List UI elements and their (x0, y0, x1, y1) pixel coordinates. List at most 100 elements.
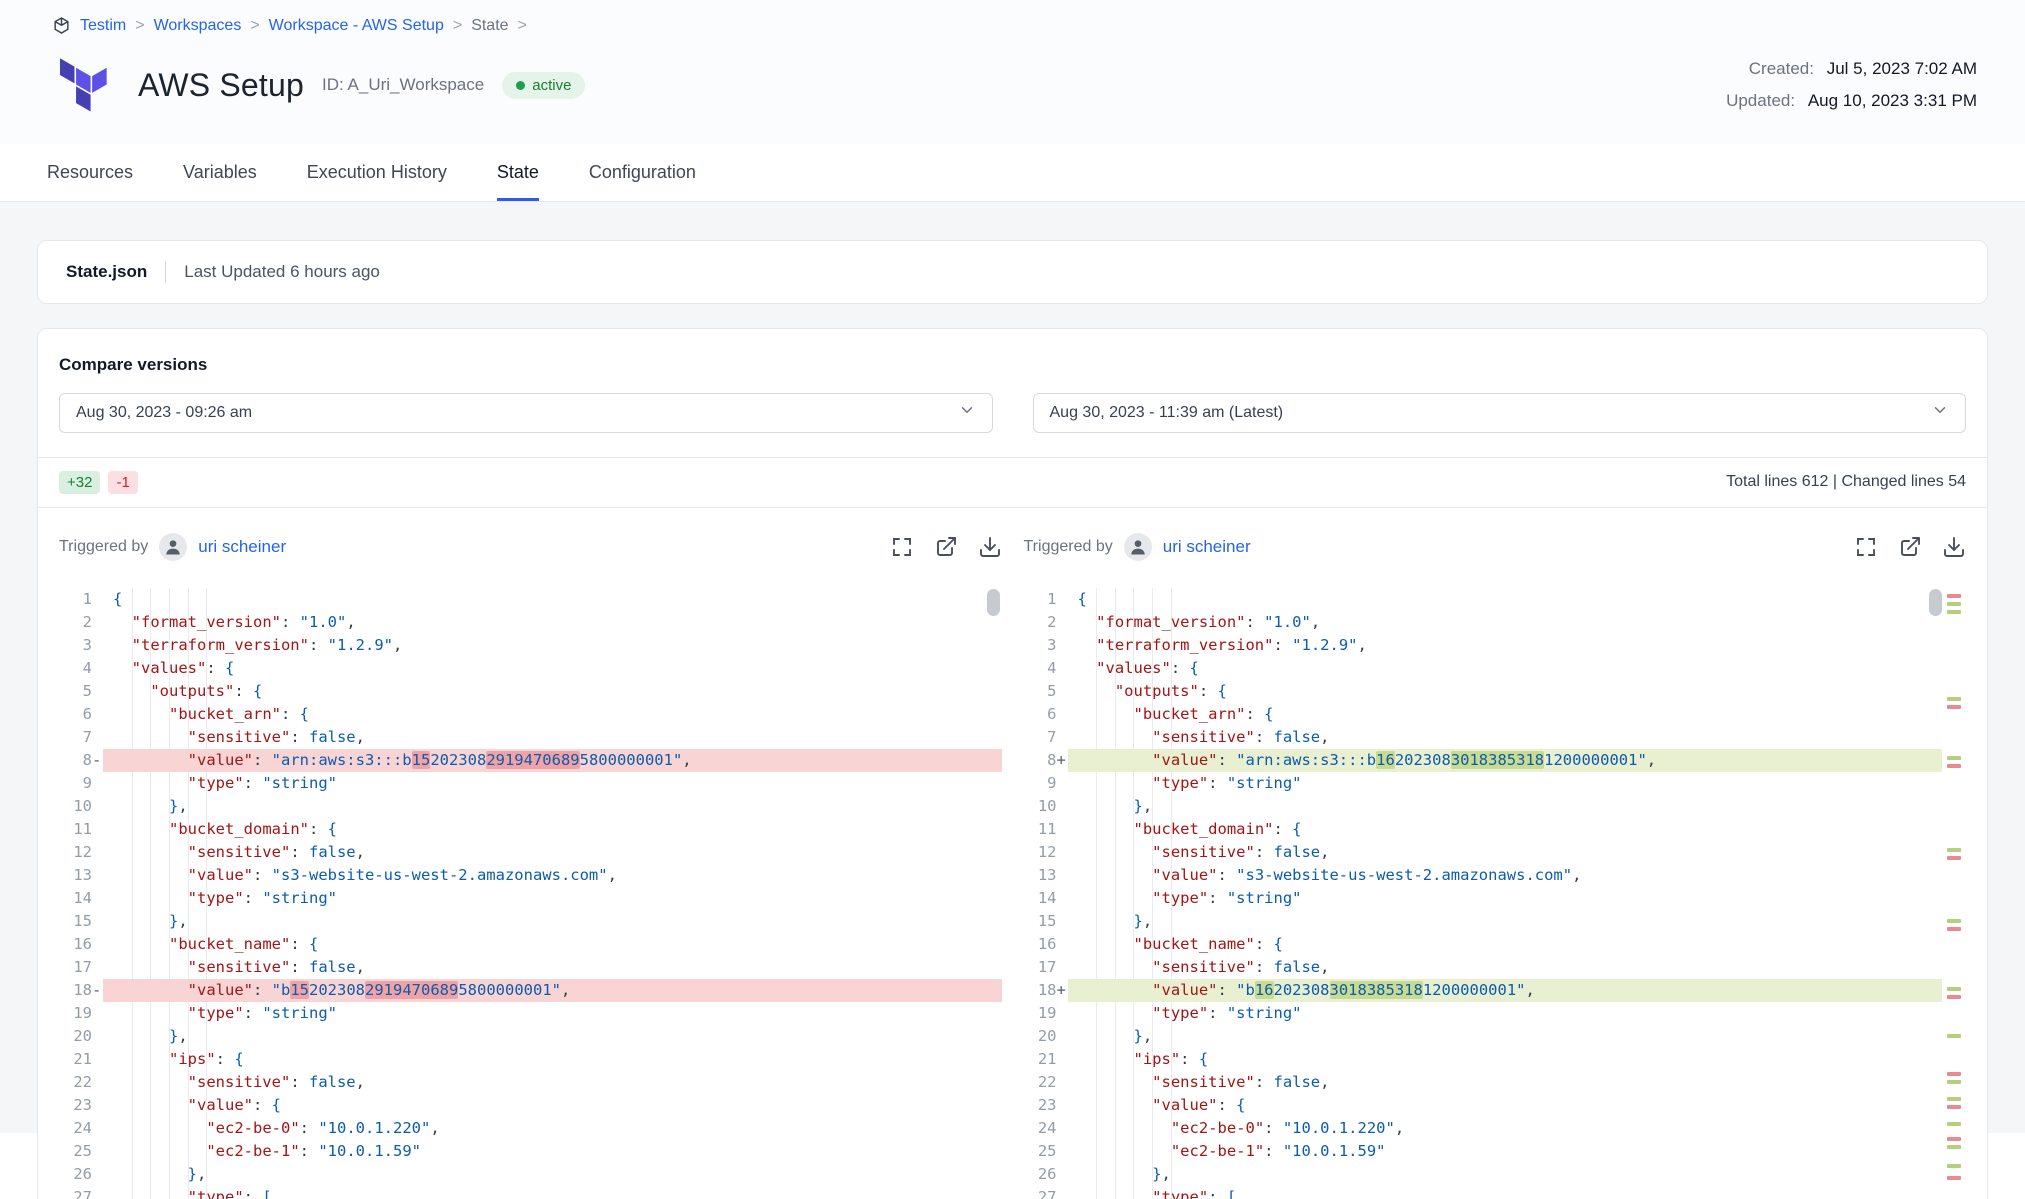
triggered-by-user-link[interactable]: uri scheiner (1163, 537, 1251, 557)
minimap-diff-mark (1947, 1145, 1961, 1149)
line-number: 18- (59, 979, 103, 1002)
diff-panel-right: Triggered by uri scheiner (1024, 508, 1967, 1199)
line-number: 2 (59, 611, 103, 634)
deletions-badge: -1 (108, 471, 137, 494)
chevron-down-icon (1931, 401, 1949, 424)
code-line: 2 "format_version": "1.0", (1024, 611, 1943, 634)
code-line: 17 "sensitive": false, (59, 956, 1002, 979)
user-avatar (159, 533, 187, 561)
line-number: 15 (59, 910, 103, 933)
line-number: 21 (1024, 1048, 1068, 1071)
diff-minimap (1947, 586, 1962, 1199)
tab-execution-history[interactable]: Execution History (307, 144, 447, 201)
line-number: 7 (1024, 726, 1068, 749)
line-number: 15 (1024, 910, 1068, 933)
download-button[interactable] (978, 535, 1002, 559)
breadcrumb-link-testim[interactable]: Testim (80, 17, 126, 35)
breadcrumb-link-workspace-aws-setup[interactable]: Workspace - AWS Setup (269, 17, 444, 35)
code-line: 25 "ec2-be-1": "10.0.1.59" (59, 1140, 1002, 1163)
version-select-left[interactable]: Aug 30, 2023 - 09:26 am (59, 393, 993, 433)
triggered-by-label: Triggered by (59, 538, 148, 556)
expand-button[interactable] (1854, 535, 1878, 559)
code-line: 9 "type": "string" (59, 772, 1002, 795)
version-select-right-value: Aug 30, 2023 - 11:39 am (Latest) (1050, 404, 1284, 422)
line-number: 21 (59, 1048, 103, 1071)
line-number: 9 (1024, 772, 1068, 795)
panel-actions (890, 535, 1002, 559)
additions-badge: +32 (59, 471, 100, 494)
breadcrumb-separator: > (250, 17, 259, 35)
line-number: 6 (59, 703, 103, 726)
code-line: 18+ "value": "b1620230830183853181200000… (1024, 979, 1943, 1002)
triggered-by-user-link[interactable]: uri scheiner (198, 537, 286, 557)
line-number: 25 (59, 1140, 103, 1163)
line-number: 25 (1024, 1140, 1068, 1163)
code-line: 16 "bucket_name": { (1024, 933, 1943, 956)
minimap-diff-mark (1947, 1164, 1961, 1168)
minimap-diff-mark (1947, 927, 1961, 931)
code-line: 15 }, (1024, 910, 1943, 933)
diff-stats-row: +32 -1 Total lines 612 | Changed lines 5… (38, 458, 1987, 507)
minimap-diff-mark (1947, 987, 1961, 991)
breadcrumb-link-workspaces[interactable]: Workspaces (154, 17, 242, 35)
open-external-button[interactable] (934, 535, 958, 559)
user-avatar (1124, 533, 1152, 561)
code-editor-right[interactable]: 1{2 "format_version": "1.0",3 "terraform… (1024, 586, 1967, 1199)
code-line: 19 "type": "string" (1024, 1002, 1943, 1025)
line-number: 16 (1024, 933, 1068, 956)
open-external-button[interactable] (1898, 535, 1922, 559)
code-line: 1{ (59, 588, 1002, 611)
code-line: 20 }, (59, 1025, 1002, 1048)
line-number: 8- (59, 749, 103, 772)
code-line: 6 "bucket_arn": { (59, 703, 1002, 726)
line-number: 11 (1024, 818, 1068, 841)
diff-panel-left-header: Triggered by uri scheiner (59, 508, 1002, 586)
code-line: 27 "type": [ (59, 1186, 1002, 1199)
tab-state[interactable]: State (497, 144, 539, 201)
scrollbar-thumb[interactable] (1929, 589, 1942, 616)
minimap-diff-mark (1947, 594, 1961, 598)
scrollbar-thumb[interactable] (987, 589, 1000, 616)
code-line: 13 "value": "s3-website-us-west-2.amazon… (59, 864, 1002, 887)
code-line: 5 "outputs": { (59, 680, 1002, 703)
line-number: 19 (59, 1002, 103, 1025)
code-line: 21 "ips": { (1024, 1048, 1943, 1071)
code-line: 8+ "value": "arn:aws:s3:::b1620230830183… (1024, 749, 1943, 772)
download-button[interactable] (1942, 535, 1966, 559)
created-value: Jul 5, 2023 7:02 AM (1827, 59, 1977, 78)
state-file-card: State.json Last Updated 6 hours ago (37, 240, 1988, 304)
line-number: 13 (1024, 864, 1068, 887)
line-number: 3 (1024, 634, 1068, 657)
breadcrumb-current-state[interactable]: State (471, 17, 508, 35)
minimap-diff-mark (1947, 697, 1961, 701)
tab-configuration[interactable]: Configuration (589, 144, 696, 201)
line-number: 5 (1024, 680, 1068, 703)
line-number: 18+ (1024, 979, 1068, 1002)
code-editor-left[interactable]: 1{2 "format_version": "1.0",3 "terraform… (59, 586, 1002, 1199)
line-number: 1 (1024, 588, 1068, 611)
download-icon (1942, 535, 1966, 559)
breadcrumb-separator: > (453, 17, 462, 35)
line-number: 8+ (1024, 749, 1068, 772)
tab-variables[interactable]: Variables (183, 144, 257, 201)
compare-versions-card: Compare versions Aug 30, 2023 - 09:26 am… (37, 328, 1988, 1199)
minimap-diff-mark (1947, 1105, 1961, 1109)
line-number: 1 (59, 588, 103, 611)
code-line: 7 "sensitive": false, (59, 726, 1002, 749)
code-line: 26 }, (59, 1163, 1002, 1186)
line-number: 12 (59, 841, 103, 864)
code-line: 10 }, (1024, 795, 1943, 818)
status-label: active (532, 77, 571, 94)
triggered-by-label: Triggered by (1024, 538, 1113, 556)
code-line: 4 "values": { (59, 657, 1002, 680)
minimap-diff-mark (1947, 1072, 1961, 1076)
line-number: 3 (59, 634, 103, 657)
line-number: 24 (59, 1117, 103, 1140)
created-label: Created: (1749, 59, 1814, 78)
minimap-diff-mark (1947, 856, 1961, 860)
expand-button[interactable] (890, 535, 914, 559)
version-select-right[interactable]: Aug 30, 2023 - 11:39 am (Latest) (1033, 393, 1967, 433)
code-line: 15 }, (59, 910, 1002, 933)
line-number: 27 (59, 1186, 103, 1199)
tab-resources[interactable]: Resources (47, 144, 133, 201)
